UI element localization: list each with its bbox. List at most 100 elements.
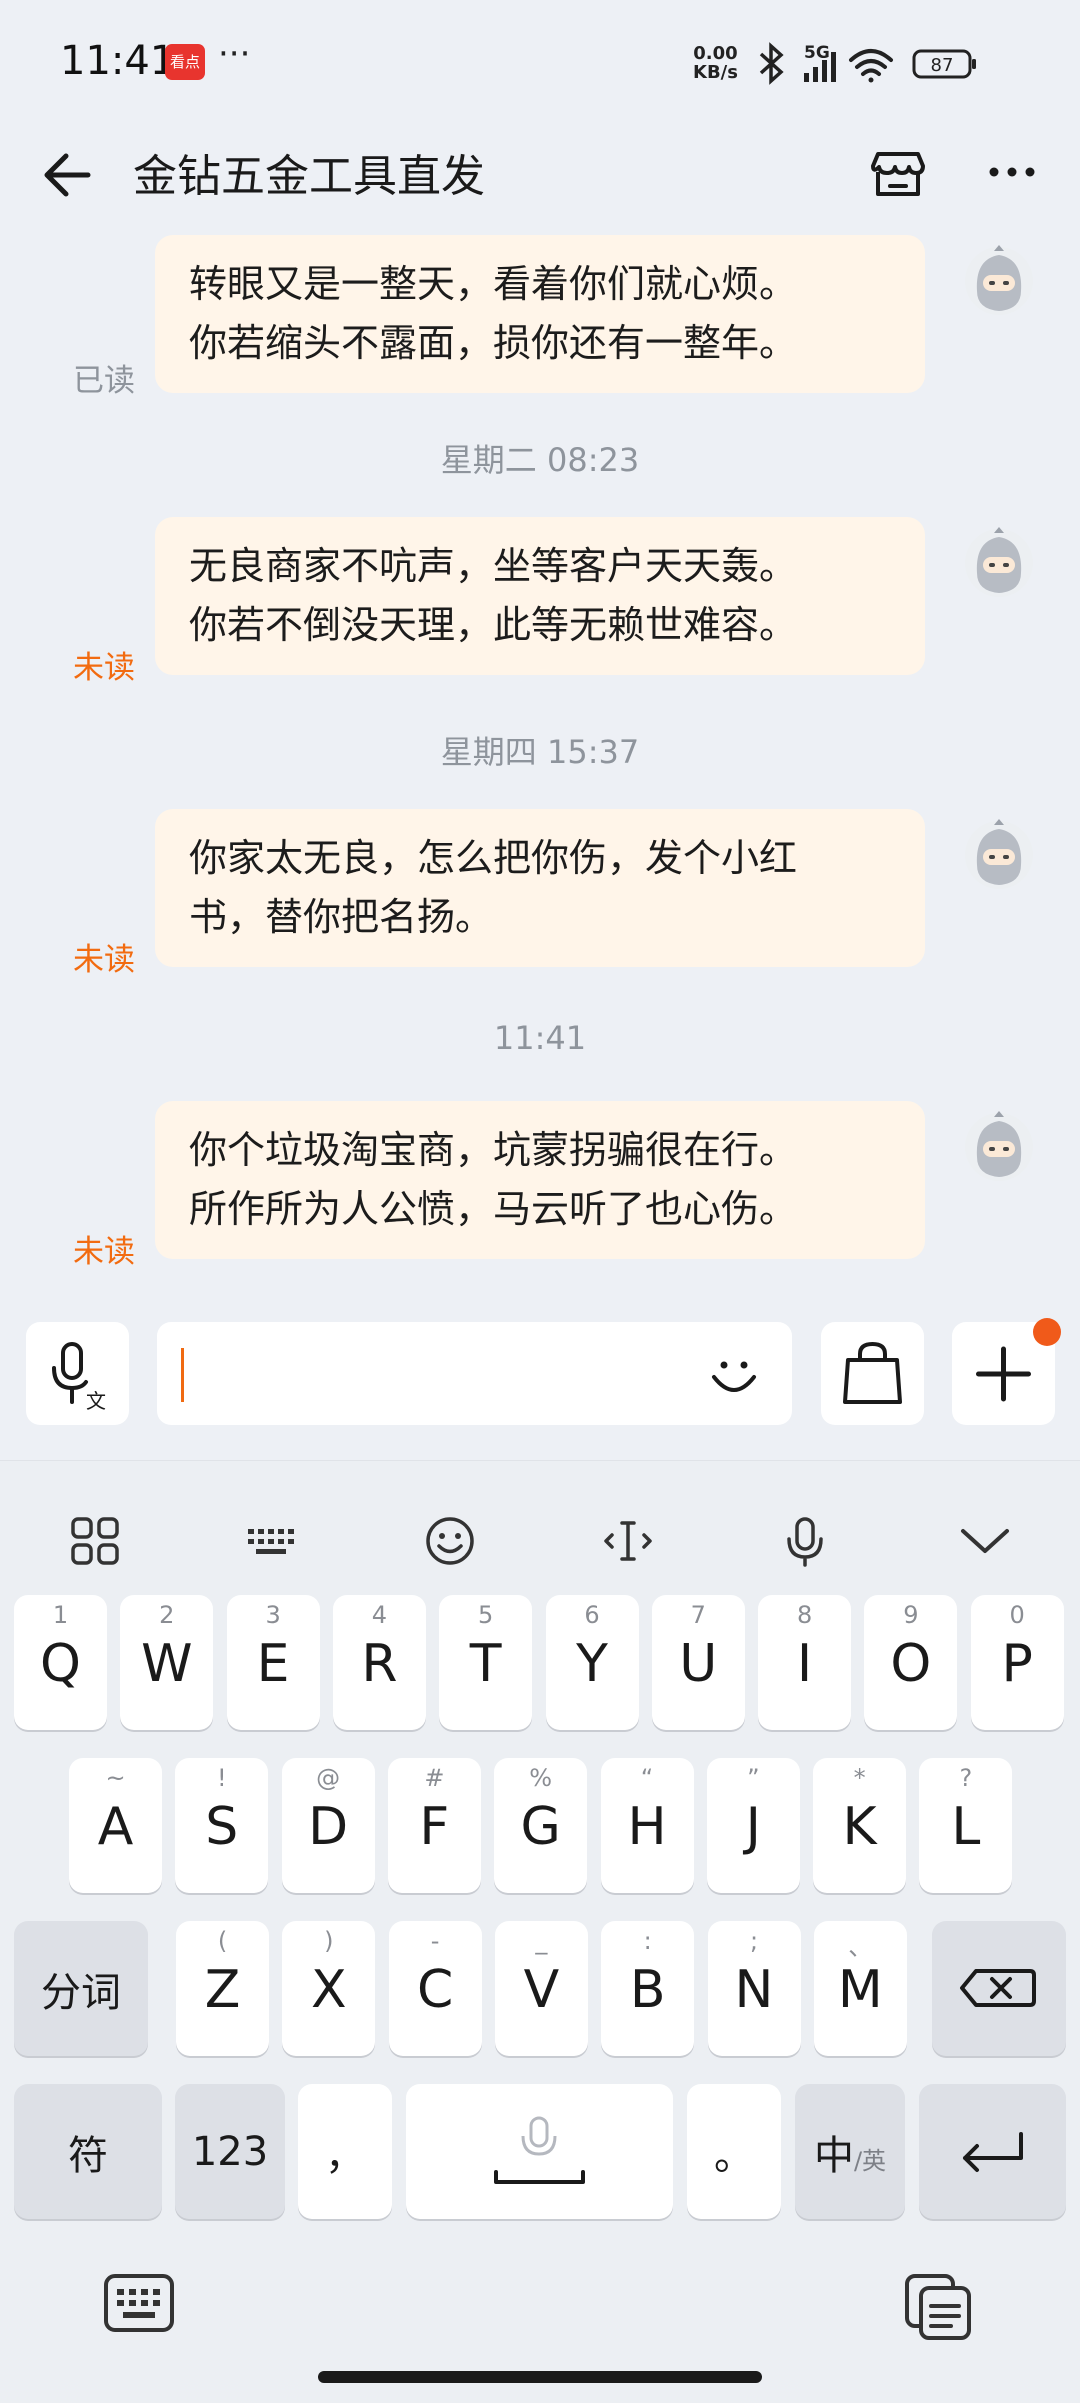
key-i[interactable]: 8I [758, 1595, 852, 1730]
emoji-icon[interactable] [704, 1343, 764, 1403]
key-label: X [310, 1960, 347, 2020]
key-s[interactable]: ! S [175, 1758, 269, 1893]
comma-label: ， [325, 2132, 365, 2179]
unread-status: 未读 [73, 1234, 135, 1270]
text-cursor [181, 1348, 184, 1402]
key-label: Q [40, 1634, 81, 1694]
key-v[interactable]: _ V [494, 1921, 588, 2056]
key-h[interactable]: “H [600, 1758, 694, 1893]
message-bubble[interactable]: 你个垃圾淘宝商，坑蒙拐骗很在行。 所作所为人公愤，马云听了也心伤。 [155, 1101, 925, 1259]
key-hint: 9 [903, 1601, 919, 1629]
language-main: 中 [813, 2132, 854, 2179]
message-line: 你家太无良，怎么把你伤，发个小红 [189, 836, 798, 880]
key-hint: ? [959, 1764, 973, 1792]
key-m[interactable]: 、 M [813, 1921, 907, 2056]
period-key[interactable]: 。 [687, 2084, 781, 2219]
message-list[interactable]: 转眼又是一整天，看着你们就心烦。 你若缩头不露面，损你还有一整年。 已读 星期二… [0, 235, 1080, 1295]
voice-input-icon[interactable] [775, 1511, 835, 1571]
key-g[interactable]: % G [494, 1758, 588, 1893]
backspace-key[interactable] [932, 1921, 1066, 2056]
key-hint: ” [747, 1764, 760, 1792]
keyboard: 1Q2W3E4R5T6Y7U8I9O0P ~ A! S @ D # F% G “H” J * K? L … [0, 1460, 1080, 2403]
bluetooth-icon [759, 42, 784, 85]
message-line: 你个垃圾淘宝商，坑蒙拐骗很在行。 [189, 1128, 798, 1172]
clipboard-icon[interactable] [903, 2270, 975, 2342]
orders-button[interactable] [821, 1322, 924, 1425]
key-p[interactable]: 0P [970, 1595, 1064, 1730]
numbers-key[interactable]: 123 [175, 2084, 285, 2219]
message-bubble[interactable]: 转眼又是一整天，看着你们就心烦。 你若缩头不露面，损你还有一整年。 [155, 235, 925, 393]
apps-grid-icon[interactable] [65, 1511, 125, 1571]
key-hint: % [529, 1764, 553, 1792]
key-b[interactable]: :B [601, 1921, 695, 2056]
key-label: L [951, 1797, 981, 1857]
key-u[interactable]: 7U [651, 1595, 745, 1730]
home-indicator[interactable] [318, 2371, 762, 2383]
key-hint: ! [216, 1764, 227, 1792]
key-z[interactable]: (Z [176, 1921, 269, 2056]
space-mic-icon [494, 2116, 585, 2184]
key-c[interactable]: -C [388, 1921, 482, 2056]
key-o[interactable]: 9O [864, 1595, 958, 1730]
key-hint: : [643, 1927, 652, 1955]
fenci-key[interactable]: 分词 [14, 1921, 148, 2056]
emoji-panel-icon[interactable] [420, 1511, 480, 1571]
key-l[interactable]: ? L [919, 1758, 1013, 1893]
key-w[interactable]: 2W [120, 1595, 214, 1730]
message-bubble[interactable]: 你家太无良，怎么把你伤，发个小红 书，替你把名扬。 [155, 809, 925, 967]
key-t[interactable]: 5T [439, 1595, 533, 1730]
key-hint: 4 [371, 1601, 388, 1629]
symbols-key[interactable]: 符 [14, 2084, 162, 2219]
key-d[interactable]: @ D [281, 1758, 375, 1893]
more-notifications-icon: ··· [218, 34, 251, 74]
voice-to-text-button[interactable]: 文 [26, 1322, 129, 1425]
key-r[interactable]: 4R [332, 1595, 426, 1730]
collapse-keyboard-icon[interactable] [955, 1511, 1015, 1571]
switch-keyboard-icon[interactable] [103, 2273, 175, 2333]
user-avatar-icon[interactable] [963, 1111, 1035, 1183]
key-label: Z [204, 1960, 241, 2020]
numbers-label: 123 [191, 2128, 269, 2175]
key-label: S [205, 1797, 239, 1857]
store-icon[interactable] [866, 140, 930, 204]
key-label: U [679, 1634, 718, 1694]
more-options-icon[interactable] [980, 140, 1044, 204]
key-f[interactable]: # F [387, 1758, 481, 1893]
key-j[interactable]: ” J [706, 1758, 800, 1893]
space-key[interactable] [406, 2084, 673, 2219]
message-line: 你若不倒没天理，此等无赖世难容。 [189, 603, 798, 647]
back-arrow-icon[interactable] [40, 145, 100, 205]
key-hint: 0 [1009, 1601, 1025, 1629]
key-q[interactable]: 1Q [14, 1595, 107, 1730]
timestamp: 11:41 [493, 1019, 587, 1057]
timestamp: 星期二 08:23 [440, 441, 640, 479]
key-hint: _ [535, 1927, 548, 1955]
wifi-icon [849, 49, 893, 83]
more-functions-button[interactable] [952, 1318, 1061, 1425]
key-n[interactable]: ; N [707, 1921, 801, 2056]
key-y[interactable]: 6Y [545, 1595, 639, 1730]
key-label: P [1001, 1634, 1033, 1694]
cursor-move-icon[interactable] [598, 1511, 658, 1571]
key-label: E [256, 1634, 290, 1694]
key-hint: 5 [478, 1601, 494, 1629]
key-a[interactable]: ~ A [69, 1758, 162, 1893]
key-e[interactable]: 3E [226, 1595, 320, 1730]
comma-key[interactable]: ， [298, 2084, 392, 2219]
user-avatar-icon[interactable] [963, 819, 1035, 891]
message-bubble[interactable]: 无良商家不吭声，坐等客户天天轰。 你若不倒没天理，此等无赖世难容。 [155, 517, 925, 675]
network-speed: 0.00 KB/s [693, 44, 738, 82]
user-avatar-icon[interactable] [963, 527, 1035, 599]
enter-key[interactable] [919, 2084, 1066, 2219]
key-k[interactable]: * K [813, 1758, 907, 1893]
language-switch-key[interactable]: 中/英 [795, 2084, 905, 2219]
status-bar: 11:41 看点 ··· 0.00 KB/s 5G 87 [0, 0, 1080, 130]
user-avatar-icon[interactable] [963, 245, 1035, 317]
message-line: 书，替你把名扬。 [189, 895, 494, 939]
key-x[interactable]: ) X [282, 1921, 376, 2056]
key-label: Y [576, 1634, 608, 1694]
message-input[interactable] [157, 1322, 792, 1425]
key-label: W [141, 1634, 193, 1694]
input-bar: 文 [0, 1295, 1080, 1460]
keyboard-layout-icon[interactable] [242, 1511, 302, 1571]
